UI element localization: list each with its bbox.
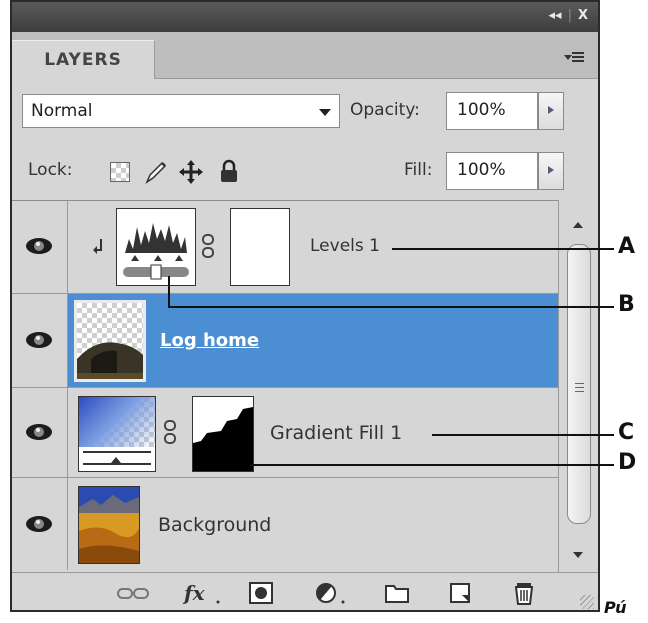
layer-name[interactable]: Log home [160,330,259,351]
callout-b: B [618,292,635,317]
callout-a: A [618,234,636,259]
layer-name[interactable]: Levels 1 [310,236,380,256]
blend-mode-select[interactable]: Normal [22,94,340,128]
visibility-toggle[interactable] [12,294,68,387]
scroll-thumb[interactable] [567,244,591,524]
panel-footer: fx [12,572,598,610]
layer-row-levels[interactable]: Levels 1 [12,200,558,294]
opacity-label: Opacity: [350,100,420,120]
lock-row: Lock: Fill: 100% [12,140,598,201]
footnote-text: Pú [604,598,627,617]
layer-row-background[interactable]: Background [12,478,558,570]
log-home-thumbnail[interactable] [74,300,146,382]
trash-icon[interactable] [512,581,536,605]
lock-label: Lock: [28,160,73,180]
titlebar-separator: | [567,8,572,23]
blend-row: Normal Opacity: 100% [12,78,598,140]
eye-icon [26,238,52,254]
add-mask-icon[interactable] [248,581,274,605]
collapse-icon[interactable]: ◂◂ [549,8,562,23]
lock-position-icon[interactable] [178,159,204,185]
tab-layers[interactable]: LAYERS [12,40,155,79]
gradient-mask-thumbnail[interactable] [192,396,254,472]
blend-mode-value: Normal [31,101,93,121]
scroll-up-icon[interactable] [573,222,583,228]
close-icon[interactable]: X [578,8,588,23]
chevron-down-icon [319,109,331,116]
layer-name[interactable]: Background [158,514,271,536]
clipping-arrow-icon [93,239,102,254]
svg-text:fx: fx [182,581,206,605]
callout-c: C [618,420,635,445]
adjustment-layer-icon[interactable] [314,581,348,605]
panel-menu-icon[interactable] [564,52,584,64]
new-layer-icon[interactable] [448,581,474,605]
eye-icon [26,332,52,348]
link-layers-icon[interactable] [116,581,150,605]
fx-icon[interactable]: fx [182,581,222,605]
link-icon[interactable] [202,234,214,260]
levels-thumbnail[interactable] [116,208,196,286]
lock-all-icon[interactable] [218,159,240,183]
eye-icon [26,516,52,532]
visibility-toggle[interactable] [12,478,68,570]
levels-mask-thumbnail[interactable] [230,208,290,286]
background-thumbnail[interactable] [78,486,140,564]
visibility-toggle[interactable] [12,388,68,477]
eye-icon [26,424,52,440]
panel-titlebar: ◂◂ | X [12,2,598,32]
new-group-icon[interactable] [384,581,410,605]
lock-image-icon[interactable] [144,160,168,184]
scroll-down-icon[interactable] [573,552,583,558]
resize-grip-icon[interactable] [580,595,594,609]
opacity-slider-button[interactable] [538,92,564,130]
tab-row: LAYERS [12,32,598,79]
layer-row-gradient-fill[interactable]: Gradient Fill 1 [12,388,558,478]
fill-input[interactable]: 100% [446,152,538,190]
fill-label: Fill: [404,160,433,180]
link-icon[interactable] [164,420,176,446]
lock-transparent-icon[interactable] [110,162,130,182]
layer-name[interactable]: Gradient Fill 1 [270,422,402,444]
layer-row-log-home[interactable]: Log home [12,294,558,388]
gradient-fill-thumbnail[interactable] [78,396,156,472]
callout-d: D [618,450,637,475]
layers-scrollbar[interactable] [558,200,598,572]
layers-panel: ◂◂ | X LAYERS Normal Opacity: 100% Lock: [10,0,600,612]
fill-slider-button[interactable] [538,152,564,190]
layer-list: Levels 1 Log home Gradient Fill 1 Backgr… [12,200,558,570]
visibility-toggle[interactable] [12,200,68,293]
opacity-input[interactable]: 100% [446,92,538,130]
